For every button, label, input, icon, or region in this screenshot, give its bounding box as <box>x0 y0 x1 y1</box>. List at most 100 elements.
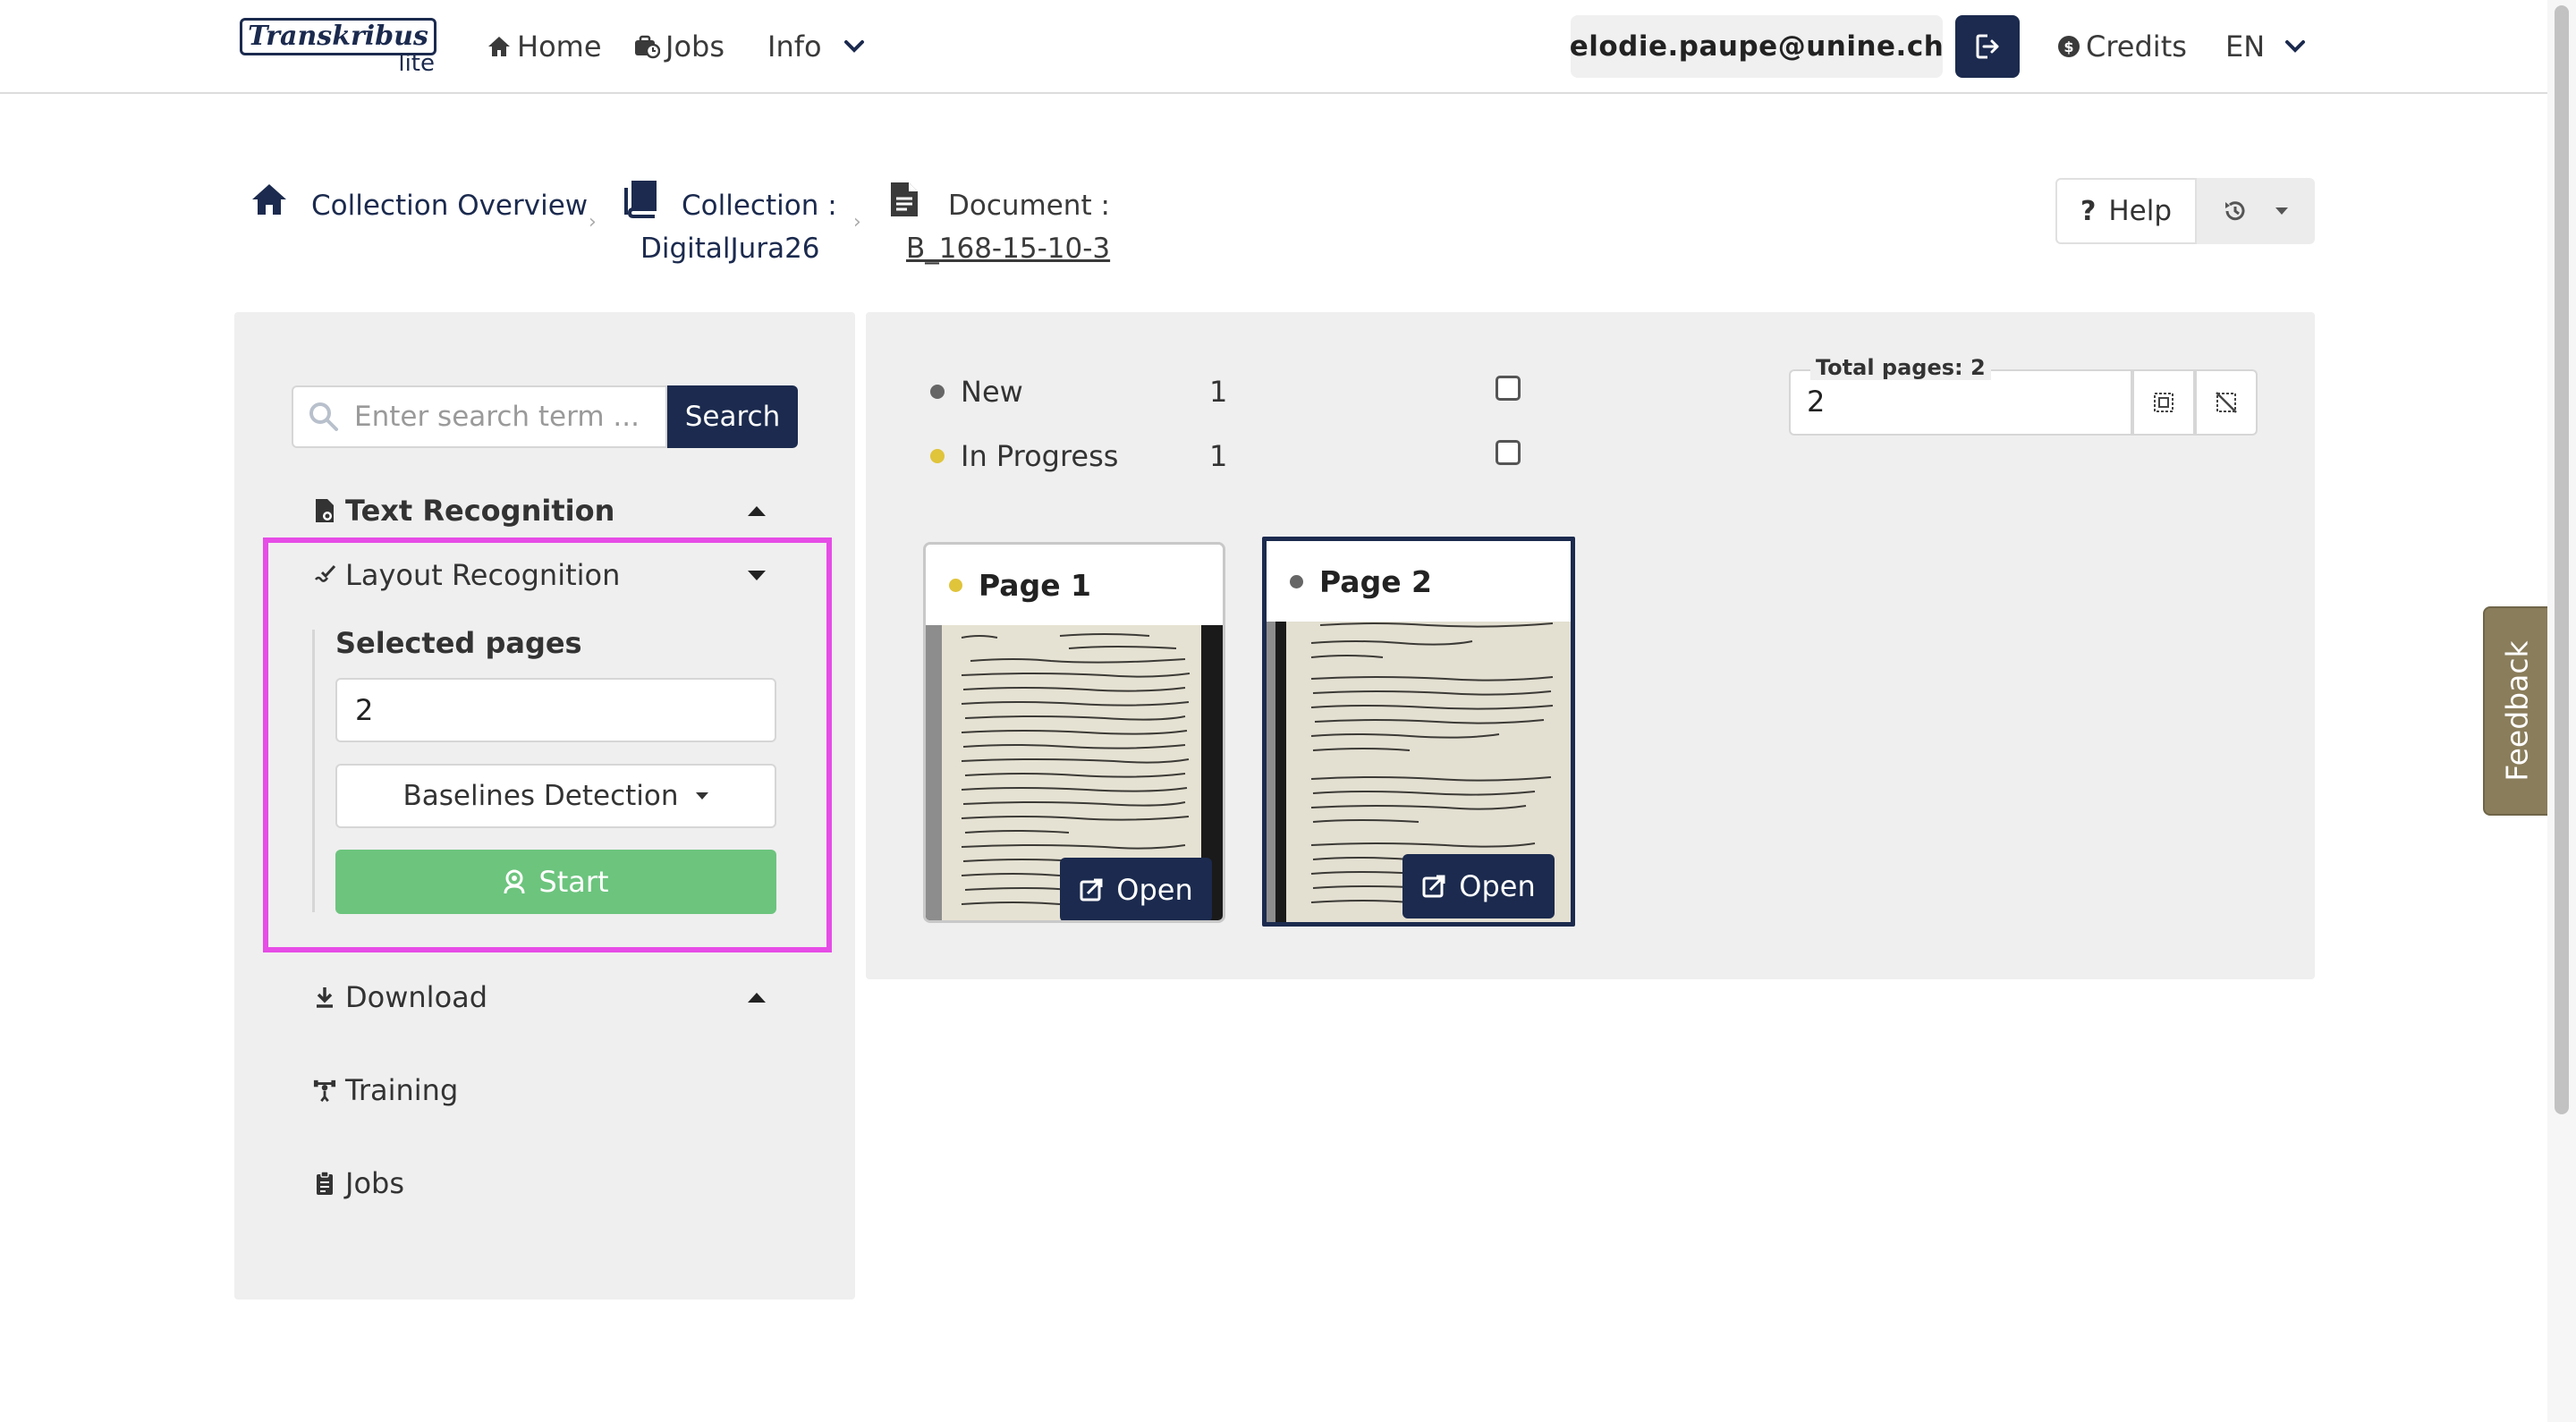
language-dropdown[interactable]: EN <box>2225 29 2306 64</box>
breadcrumb-document-name[interactable]: B_168-15-10-3 <box>906 233 1110 265</box>
external-edit-icon <box>1079 877 1104 902</box>
menu-training-label: Training <box>345 1073 459 1107</box>
briefcase-clock-icon <box>633 34 660 59</box>
svg-text:$: $ <box>2063 38 2073 55</box>
breadcrumb-separator: › <box>589 211 597 233</box>
chevron-down-icon <box>2284 39 2306 54</box>
question-mark-icon: ? <box>2080 195 2097 227</box>
menu-text-recognition-label: Text Recognition <box>345 494 615 528</box>
submenu-divider <box>312 630 315 912</box>
deselect-all-button[interactable] <box>2195 369 2258 436</box>
user-email[interactable]: elodie.paupe@unine.ch <box>1570 15 1944 78</box>
start-button[interactable]: Start <box>335 850 776 914</box>
logout-icon <box>1975 33 2000 60</box>
start-label: Start <box>538 865 609 899</box>
search-input[interactable]: Enter search term ... <box>292 385 667 448</box>
download-icon <box>313 984 336 1011</box>
home-icon <box>250 182 288 216</box>
menu-jobs-label: Jobs <box>345 1166 404 1200</box>
open-page-button[interactable]: Open <box>1060 858 1212 920</box>
caret-down-icon <box>748 570 766 580</box>
breadcrumb-collection-overview[interactable]: Collection Overview <box>311 190 588 222</box>
nav-info-label: Info <box>767 30 822 63</box>
menu-layout-recognition-label: Layout Recognition <box>345 558 621 592</box>
selected-pages-label: Selected pages <box>335 626 582 660</box>
status-in-progress-checkbox[interactable] <box>1496 440 1521 465</box>
home-icon <box>487 35 512 58</box>
model-dropdown-label: Baselines Detection <box>402 780 679 812</box>
logo-sub-text: lite <box>398 50 435 77</box>
robot-icon <box>503 868 526 895</box>
search-icon <box>308 401 340 433</box>
feedback-tab[interactable]: Feedback <box>2483 606 2551 816</box>
open-label: Open <box>1459 869 1536 903</box>
menu-training[interactable]: Training <box>313 1068 778 1113</box>
clipboard-list-icon <box>313 1170 336 1197</box>
scrollbar-thumb[interactable] <box>2555 5 2569 1114</box>
page-card-1[interactable]: Page 1 Open <box>923 542 1225 923</box>
document-icon <box>889 181 919 218</box>
nav-jobs-link[interactable]: Jobs <box>633 29 724 64</box>
open-label: Open <box>1116 873 1193 907</box>
caret-up-icon <box>748 505 766 516</box>
help-label: Help <box>2108 195 2173 227</box>
search-placeholder: Enter search term ... <box>354 401 640 433</box>
external-edit-icon <box>1421 874 1446 899</box>
dumbbell-person-icon <box>313 1077 336 1104</box>
status-in-progress-count: 1 <box>1209 439 1228 473</box>
breadcrumb-collection-label: Collection : <box>682 190 837 222</box>
nav-credits-label: Credits <box>2086 30 2187 63</box>
selected-pages-input[interactable]: 2 <box>335 678 776 742</box>
logout-button[interactable] <box>1955 15 2020 78</box>
page-status-dot <box>1290 574 1303 588</box>
nav-jobs-label: Jobs <box>665 30 724 63</box>
status-dot-in-progress <box>930 449 945 463</box>
caret-down-icon <box>2275 207 2289 216</box>
language-label: EN <box>2225 30 2266 63</box>
page-title: Page 2 <box>1319 563 1433 599</box>
nav-home-label: Home <box>517 30 602 63</box>
open-page-button[interactable]: Open <box>1402 854 1555 918</box>
total-pages-label: Total pages: 2 <box>1810 355 1991 380</box>
menu-layout-recognition[interactable]: Layout Recognition <box>313 553 778 597</box>
menu-text-recognition[interactable]: Text Recognition <box>313 488 778 533</box>
status-new-count: 1 <box>1209 375 1228 409</box>
menu-jobs[interactable]: Jobs <box>313 1161 778 1206</box>
status-dot-new <box>930 385 945 399</box>
page-status-dot <box>949 578 962 592</box>
breadcrumb-document-label: Document : <box>948 190 1110 222</box>
select-all-icon <box>2152 391 2175 414</box>
menu-download[interactable]: Download <box>313 975 778 1020</box>
help-button[interactable]: ? Help <box>2055 178 2197 244</box>
menu-download-label: Download <box>345 980 488 1014</box>
model-dropdown[interactable]: Baselines Detection <box>335 764 776 828</box>
status-new-label: New <box>961 375 1023 409</box>
caret-up-icon <box>748 992 766 1003</box>
feedback-label: Feedback <box>2499 640 2535 782</box>
brush-check-icon <box>313 562 336 588</box>
breadcrumb-collection-link[interactable]: DigitalJura26 <box>640 233 820 265</box>
caret-down-icon <box>695 791 709 800</box>
status-filter-in-progress: In Progress 1 <box>930 436 1521 476</box>
transkribus-logo[interactable]: Transkribus lite <box>240 18 438 77</box>
chevron-down-icon <box>843 39 865 54</box>
history-dropdown-button[interactable] <box>2197 178 2315 244</box>
coin-icon: $ <box>2057 35 2080 58</box>
nav-home-link[interactable]: Home <box>487 29 602 64</box>
page-title: Page 1 <box>979 567 1092 603</box>
page-card-2[interactable]: Page 2 Open <box>1262 537 1575 927</box>
select-all-button[interactable] <box>2132 369 2195 436</box>
book-icon <box>624 181 658 218</box>
search-button[interactable]: Search <box>667 385 798 448</box>
page-card-title: Page 2 <box>1267 541 1571 622</box>
page-selection-value: 2 <box>1807 385 1826 419</box>
status-in-progress-label: In Progress <box>961 439 1119 473</box>
status-filter-new: New 1 <box>930 372 1521 411</box>
status-new-checkbox[interactable] <box>1496 376 1521 401</box>
nav-credits-link[interactable]: $ Credits <box>2057 29 2187 64</box>
deselect-icon <box>2215 391 2238 414</box>
file-gear-icon <box>313 497 336 524</box>
history-icon <box>2223 199 2248 224</box>
nav-info-dropdown[interactable]: Info <box>767 29 865 64</box>
page-card-title: Page 1 <box>926 545 1223 625</box>
